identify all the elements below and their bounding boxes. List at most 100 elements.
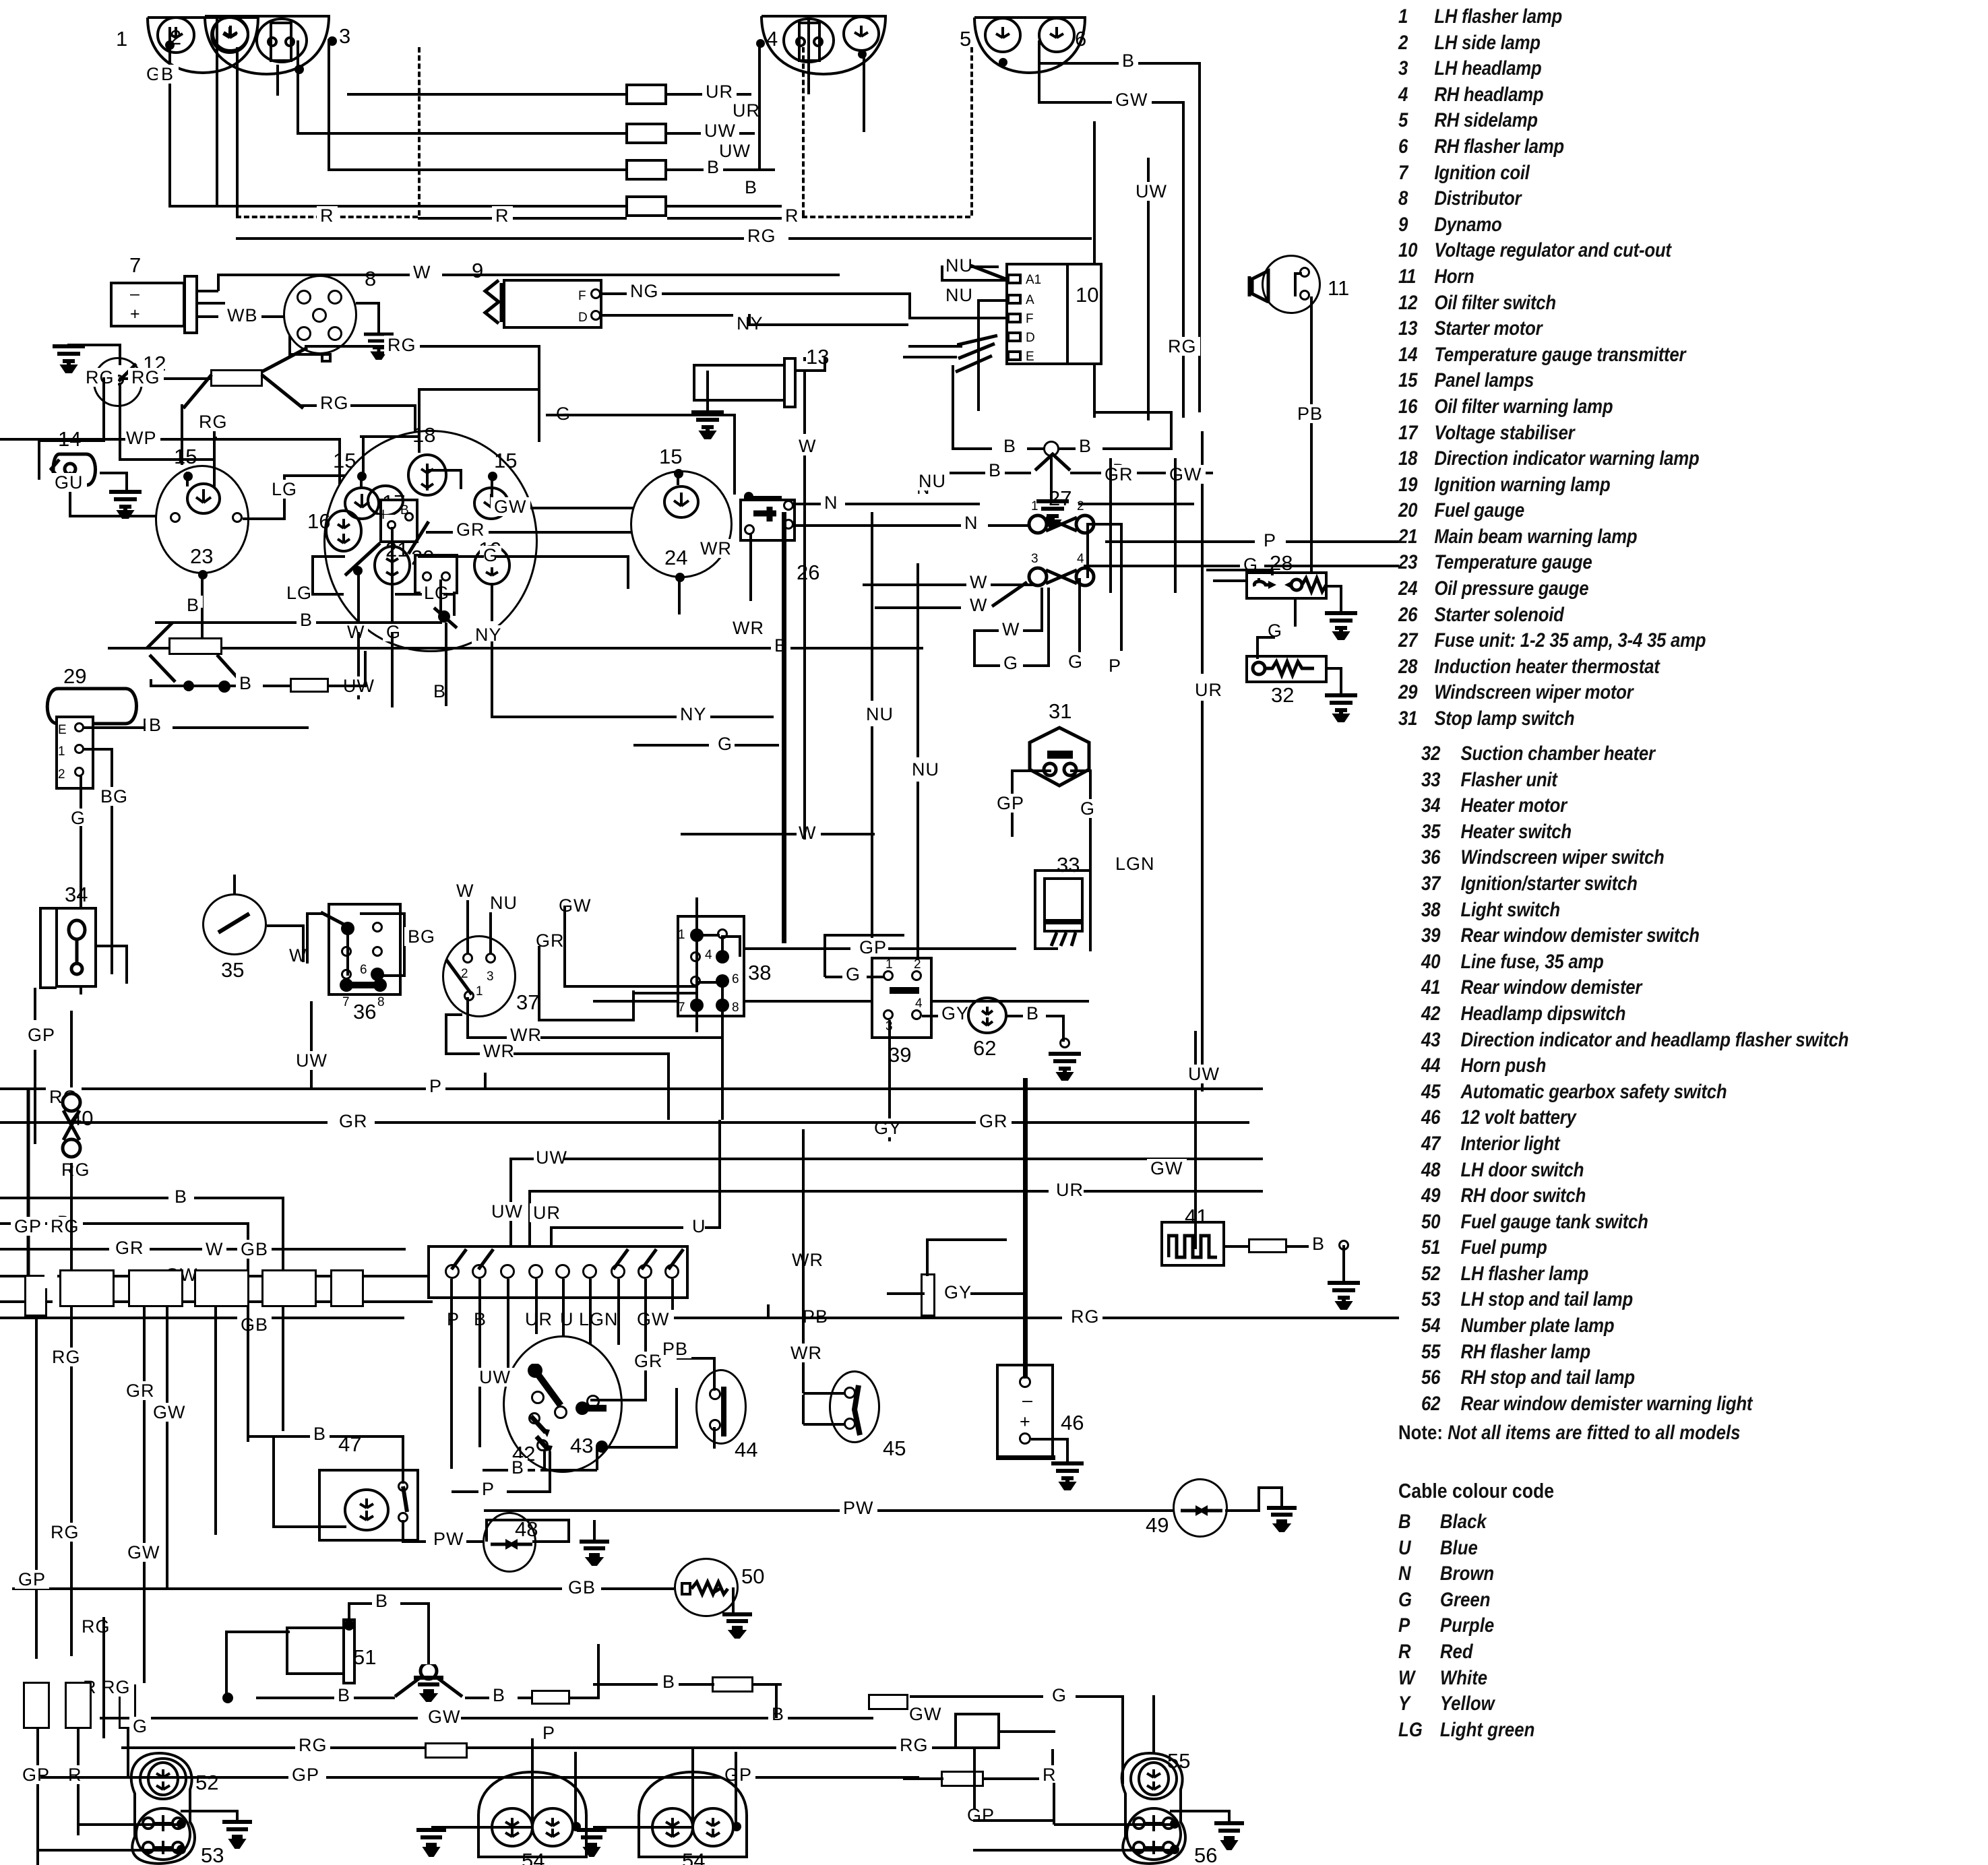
wire-label-GW: GW xyxy=(555,896,595,915)
regulator-terminal-A xyxy=(1007,294,1022,305)
cable-code-letter: R xyxy=(1398,1640,1411,1663)
ground-symbol xyxy=(411,1675,446,1705)
component-number-50: 50 xyxy=(741,1564,765,1588)
legend-item-label: Oil filter warning lamp xyxy=(1434,395,1613,418)
legend-item-row: 42 Headlamp dipswitch xyxy=(1421,1001,1920,1028)
legend-item-label: Rear window demister warning light xyxy=(1460,1392,1753,1415)
legend-item-label: Panel lamps xyxy=(1434,369,1534,392)
wire-label-R: R xyxy=(65,1765,86,1784)
cable-code-name: Purple xyxy=(1439,1614,1495,1637)
ground-symbol xyxy=(1322,693,1360,728)
legend-item-label: Ignition coil xyxy=(1434,161,1530,184)
legend-item-row: 24 Oil pressure gauge xyxy=(1398,576,1897,602)
wire-label-WR: WR xyxy=(788,1251,827,1269)
component-number-45: 45 xyxy=(883,1436,906,1460)
wire-label-G: G xyxy=(1000,654,1022,672)
battery-positive-label: + xyxy=(1020,1412,1031,1432)
legend-item-number: 55 xyxy=(1421,1340,1441,1363)
wire-label-GP: GP xyxy=(288,1765,323,1784)
wire-label-RG: RG xyxy=(58,1160,94,1179)
legend-item-number: 37 xyxy=(1421,872,1441,895)
wire-label-GU: GU xyxy=(51,473,87,492)
cable-code-row: W White xyxy=(1398,1666,1688,1692)
legend-item-row: 28 Induction heater thermostat xyxy=(1398,654,1897,681)
connector-block xyxy=(625,159,667,181)
legend-item-row: 29 Windscreen wiper motor xyxy=(1398,680,1897,706)
legend-item-number: 6 xyxy=(1398,135,1408,158)
wire-label-W: W xyxy=(453,881,478,900)
wiper-switch-label-6: 6 xyxy=(360,963,367,977)
legend-item-number: 52 xyxy=(1421,1262,1441,1285)
wire-label-UW: UW xyxy=(488,1202,526,1221)
regulator-terminal-label-E: E xyxy=(1026,350,1034,364)
legend-item-label: Headlamp dipswitch xyxy=(1460,1002,1626,1025)
legend-item-number: 15 xyxy=(1398,369,1418,392)
legend-item-label: Temperature gauge transmitter xyxy=(1434,343,1686,366)
cable-code-name: Brown xyxy=(1439,1562,1495,1585)
wire-label-UR: UR xyxy=(1053,1180,1087,1199)
wire-label-P: P xyxy=(1260,531,1280,550)
legend-item-row: 4 RH headlamp xyxy=(1398,82,1897,108)
legend-item-number: 24 xyxy=(1398,577,1418,600)
wire-label-GR xyxy=(44,1269,57,1288)
legend-item-number: 19 xyxy=(1398,473,1418,496)
legend-item-label: Number plate lamp xyxy=(1460,1315,1615,1337)
wire-label-LG: LG xyxy=(268,480,301,499)
dashed-wire-R xyxy=(802,216,970,218)
wire-label-RG: RG xyxy=(49,1348,84,1366)
ground-symbol xyxy=(220,1819,255,1853)
wire-label-NG: NG xyxy=(627,282,662,301)
wire-label-GW: GW xyxy=(1147,1159,1187,1178)
component-number-32: 32 xyxy=(1271,683,1295,707)
wire-label-LGN: LGN xyxy=(576,1310,622,1329)
cable-code-row: G Green xyxy=(1398,1587,1688,1614)
legend-item-number: 9 xyxy=(1398,213,1408,236)
wire-label-G: G xyxy=(1049,1686,1071,1705)
component-number-7: 7 xyxy=(129,253,142,277)
wire-label-GW: GW xyxy=(906,1705,945,1724)
legend-item-number: 47 xyxy=(1421,1132,1441,1155)
legend-item-number: 53 xyxy=(1421,1288,1441,1311)
legend-item-row: 35 Heater switch xyxy=(1421,819,1920,846)
legend-item-label: Automatic gearbox safety switch xyxy=(1460,1080,1727,1103)
component-number-34: 34 xyxy=(65,883,88,906)
legend-item-row: 20 Fuel gauge xyxy=(1398,498,1897,524)
legend-item-row: 44 Horn push xyxy=(1421,1053,1920,1079)
component-number-27: 27 xyxy=(1049,486,1072,510)
cable-code-letter: B xyxy=(1398,1511,1411,1533)
legend-item-number: 62 xyxy=(1421,1392,1441,1415)
connector-block xyxy=(194,1269,249,1307)
connector-block xyxy=(59,1269,115,1307)
component-number-5: 5 xyxy=(960,27,972,51)
component-number-26: 26 xyxy=(797,561,820,584)
legend-item-row: 12 Oil filter switch xyxy=(1398,290,1897,317)
wire-label-G: G xyxy=(1077,799,1099,818)
legend-item-row: 1 LH flasher lamp xyxy=(1398,4,1897,30)
legend-item-row: 18 Direction indicator warning lamp xyxy=(1398,446,1897,472)
wire-label-B: B xyxy=(171,1187,191,1206)
legend-item-number: 14 xyxy=(1398,343,1418,366)
legend-item-row: 6 RH flasher lamp xyxy=(1398,134,1897,160)
component-number-1: 1 xyxy=(116,27,128,51)
legend-item-number: 34 xyxy=(1421,794,1441,817)
wire-label-RG: RG xyxy=(82,368,118,387)
legend-item-number: 46 xyxy=(1421,1106,1441,1129)
dashed-wire-R xyxy=(802,47,805,216)
cable-code-letter: P xyxy=(1398,1614,1410,1637)
wire-label-RG: RG xyxy=(896,1736,932,1755)
ground-symbol xyxy=(1322,610,1360,645)
wire-label-GW: GW xyxy=(633,1310,673,1329)
cable-code-row: P Purple xyxy=(1398,1613,1688,1639)
legend-item-number: 8 xyxy=(1398,187,1408,210)
light-switch-label-8: 8 xyxy=(732,1001,739,1015)
legend-item-number: 18 xyxy=(1398,447,1418,470)
component-number-15: 15 xyxy=(333,449,356,472)
wire-label-W: W xyxy=(966,573,991,592)
connector-block xyxy=(24,1275,47,1317)
component-number-10: 10 xyxy=(1076,283,1099,307)
dashed-wire-R xyxy=(970,47,973,216)
legend-item-number: 42 xyxy=(1421,1002,1441,1025)
cable-code-letter: G xyxy=(1398,1588,1412,1611)
connector-block xyxy=(23,1682,50,1729)
ground-symbol xyxy=(689,410,726,445)
